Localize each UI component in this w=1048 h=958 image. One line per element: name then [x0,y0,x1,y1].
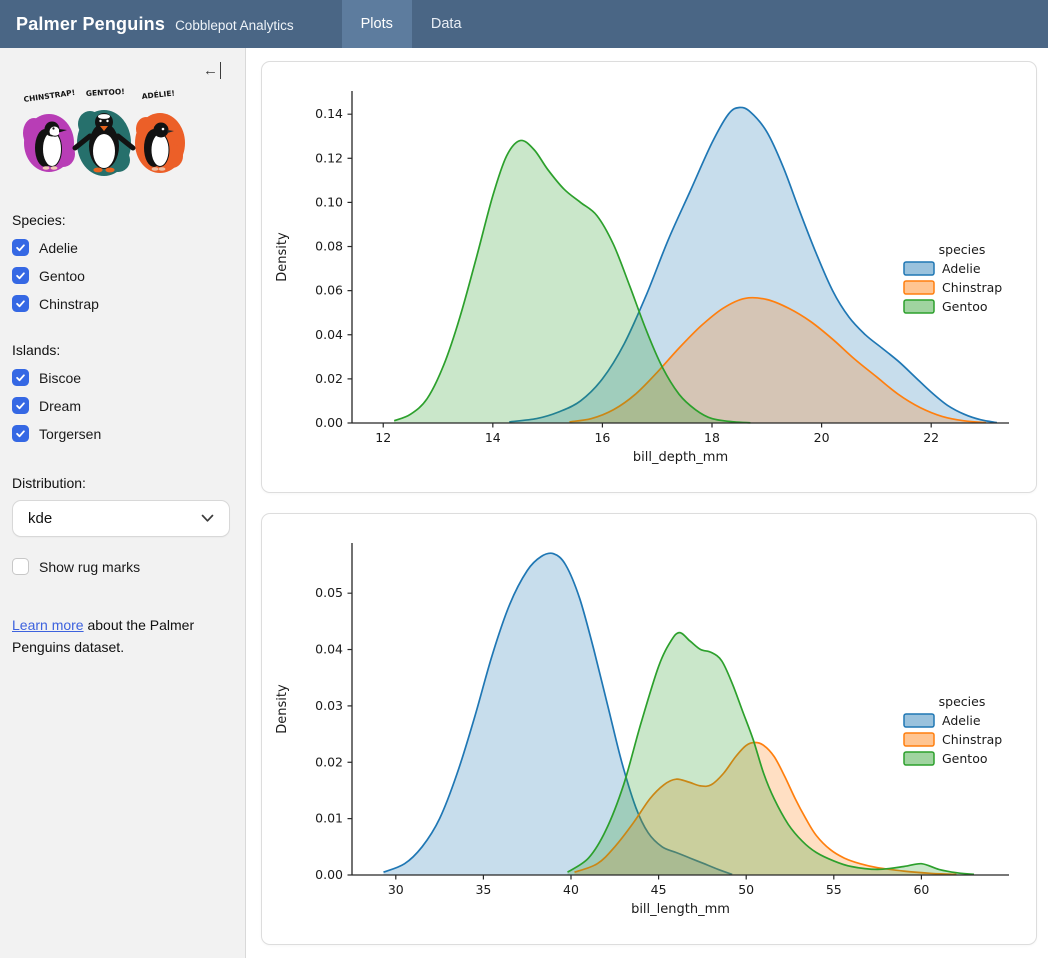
chinstrap-label: CHINSTRAP! [23,88,76,104]
svg-text:0.12: 0.12 [315,150,343,165]
svg-text:0.05: 0.05 [315,585,343,600]
svg-text:0.04: 0.04 [315,642,343,657]
checkbox-gentoo-icon[interactable] [12,267,29,284]
svg-text:0.02: 0.02 [315,754,343,769]
svg-text:0.01: 0.01 [315,811,343,826]
svg-text:Adelie: Adelie [942,713,981,728]
gentoo-label: GENTOO! [86,87,125,98]
svg-text:Gentoo: Gentoo [942,299,988,314]
checkbox-torgersen-label: Torgersen [39,426,101,442]
svg-text:0.06: 0.06 [315,283,343,298]
bill-depth-kde-chart: 12 14 16 18 20 22 0.00 0.02 0.04 0.06 0.08 0.10 0.12… [262,62,1036,472]
app-window: Palmer Penguins Cobblepot Analytics Plot… [0,0,1048,958]
svg-text:0.08: 0.08 [315,239,343,254]
svg-text:species: species [939,242,986,257]
distribution-select[interactable]: kde [12,500,230,537]
svg-text:30: 30 [388,882,404,897]
svg-text:18: 18 [704,430,720,445]
svg-text:0.04: 0.04 [315,327,343,342]
checkbox-adelie-label: Adelie [39,240,78,256]
sidebar-collapse-icon[interactable]: ← [203,62,221,79]
svg-text:12: 12 [375,430,391,445]
tab-plots[interactable]: Plots [342,0,412,48]
checkbox-row-rug-marks[interactable]: Show rug marks [12,558,231,575]
svg-text:0.10: 0.10 [315,194,343,209]
penguins-artwork-image: CHINSTRAP! GENTOO! ADÉLIE! [16,86,192,186]
svg-text:16: 16 [594,430,610,445]
distribution-label: Distribution: [12,475,231,491]
svg-text:Chinstrap: Chinstrap [942,280,1002,295]
checkbox-row-biscoe[interactable]: Biscoe [12,369,231,386]
checkbox-torgersen-icon[interactable] [12,425,29,442]
main-content: 12 14 16 18 20 22 0.00 0.02 0.04 0.06 0.08 0.10 0.12… [246,48,1048,958]
bill-length-kde-chart: 30 35 40 45 50 55 60 0.00 0.01 0.02 0.03 0.04 0.05 bi… [262,514,1036,924]
checkbox-rug-label: Show rug marks [39,559,140,575]
svg-text:0.03: 0.03 [315,698,343,713]
svg-text:Density: Density [275,684,290,734]
bill-depth-card: 12 14 16 18 20 22 0.00 0.02 0.04 0.06 0.08 0.10 0.12… [261,61,1037,493]
svg-text:bill_length_mm: bill_length_mm [631,902,730,917]
sidebar: ← [0,48,246,958]
app-title: Palmer Penguins [16,14,165,35]
svg-text:35: 35 [475,882,491,897]
checkbox-row-chinstrap[interactable]: Chinstrap [12,295,231,312]
checkbox-biscoe-icon[interactable] [12,369,29,386]
chevron-down-icon [201,514,214,523]
svg-text:Adelie: Adelie [942,261,981,276]
svg-text:Chinstrap: Chinstrap [942,732,1002,747]
distribution-select-value: kde [28,510,52,527]
tab-data[interactable]: Data [412,0,481,48]
svg-text:55: 55 [826,882,842,897]
svg-text:0.00: 0.00 [315,867,343,882]
adelie-label: ADÉLIE! [141,89,175,101]
learn-more-text: Learn more about the Palmer Penguins dat… [12,615,212,658]
checkbox-biscoe-label: Biscoe [39,370,81,386]
checkbox-adelie-icon[interactable] [12,239,29,256]
checkbox-gentoo-label: Gentoo [39,268,85,284]
checkbox-row-adelie[interactable]: Adelie [12,239,231,256]
svg-text:14: 14 [485,430,501,445]
checkbox-dream-label: Dream [39,398,81,414]
checkbox-rug-icon[interactable] [12,558,29,575]
svg-text:0.00: 0.00 [315,415,343,430]
bill-length-card: 30 35 40 45 50 55 60 0.00 0.01 0.02 0.03 0.04 0.05 bi… [261,513,1037,945]
species-label: Species: [12,212,231,228]
checkbox-dream-icon[interactable] [12,397,29,414]
top-nav: Palmer Penguins Cobblepot Analytics Plot… [0,0,1048,48]
svg-text:50: 50 [738,882,754,897]
svg-text:Gentoo: Gentoo [942,751,988,766]
learn-more-link[interactable]: Learn more [12,617,84,633]
checkbox-row-gentoo[interactable]: Gentoo [12,267,231,284]
nav-tabs: Plots Data [342,0,481,48]
svg-text:bill_depth_mm: bill_depth_mm [633,450,728,465]
checkbox-row-dream[interactable]: Dream [12,397,231,414]
svg-text:Density: Density [275,232,290,282]
svg-text:22: 22 [923,430,939,445]
svg-text:species: species [939,694,986,709]
checkbox-chinstrap-icon[interactable] [12,295,29,312]
svg-text:0.14: 0.14 [315,106,343,121]
svg-text:60: 60 [913,882,929,897]
checkbox-row-torgersen[interactable]: Torgersen [12,425,231,442]
checkbox-chinstrap-label: Chinstrap [39,296,99,312]
app-subtitle: Cobblepot Analytics [175,15,294,33]
islands-label: Islands: [12,342,231,358]
brand: Palmer Penguins Cobblepot Analytics [0,0,294,48]
svg-text:45: 45 [651,882,667,897]
svg-text:0.02: 0.02 [315,371,343,386]
svg-text:40: 40 [563,882,579,897]
svg-text:20: 20 [814,430,830,445]
